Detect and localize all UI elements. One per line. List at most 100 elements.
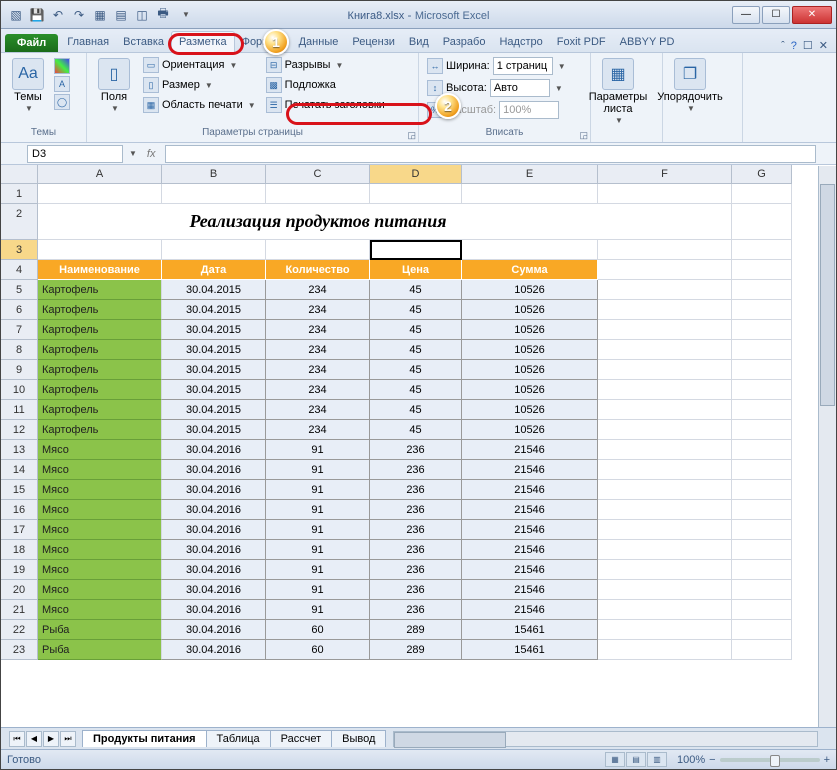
cell[interactable]: 10526: [462, 320, 598, 340]
cell[interactable]: [732, 280, 792, 300]
cell[interactable]: [598, 184, 732, 204]
cell[interactable]: Мясо: [38, 440, 162, 460]
row-header-12[interactable]: 12: [1, 420, 38, 440]
width-field[interactable]: ↔Ширина: 1 страниц▼: [424, 56, 585, 76]
row-header-7[interactable]: 7: [1, 320, 38, 340]
tab-nav-last-icon[interactable]: ⏭: [60, 731, 76, 747]
cell[interactable]: 30.04.2015: [162, 380, 266, 400]
cell[interactable]: 45: [370, 280, 462, 300]
cell[interactable]: Картофель: [38, 340, 162, 360]
col-header-F[interactable]: F: [598, 165, 732, 184]
row-header-3[interactable]: 3: [1, 240, 38, 260]
cell[interactable]: [732, 540, 792, 560]
cell[interactable]: Картофель: [38, 300, 162, 320]
cell[interactable]: [598, 400, 732, 420]
col-header-C[interactable]: C: [266, 165, 370, 184]
cell[interactable]: 30.04.2016: [162, 500, 266, 520]
cell[interactable]: 30.04.2016: [162, 520, 266, 540]
cell[interactable]: 10526: [462, 420, 598, 440]
cell[interactable]: 10526: [462, 380, 598, 400]
minimize-ribbon-icon[interactable]: ˆ: [781, 40, 785, 52]
cell[interactable]: [598, 500, 732, 520]
themes-button[interactable]: AaТемы▼: [6, 56, 50, 115]
cell[interactable]: [732, 560, 792, 580]
cell[interactable]: Мясо: [38, 520, 162, 540]
tab-Вид[interactable]: Вид: [402, 32, 436, 52]
cell[interactable]: [732, 480, 792, 500]
tab-Главная[interactable]: Главная: [60, 32, 116, 52]
orientation-button[interactable]: ▭Ориентация▼: [140, 56, 259, 74]
cell[interactable]: 21546: [462, 580, 598, 600]
cell[interactable]: 234: [266, 300, 370, 320]
cell[interactable]: 234: [266, 420, 370, 440]
zoom-in-icon[interactable]: +: [824, 754, 830, 766]
tab-Вставка[interactable]: Вставка: [116, 32, 171, 52]
cell[interactable]: Картофель: [38, 420, 162, 440]
cell[interactable]: [598, 260, 732, 280]
effects-icon[interactable]: ◯: [54, 94, 70, 110]
row-header-15[interactable]: 15: [1, 480, 38, 500]
cell[interactable]: [462, 184, 598, 204]
page-layout-view-icon[interactable]: ▤: [626, 752, 646, 767]
cell[interactable]: 21546: [462, 560, 598, 580]
cell[interactable]: Картофель: [38, 280, 162, 300]
fonts-icon[interactable]: A: [54, 76, 70, 92]
cell[interactable]: 236: [370, 520, 462, 540]
cell[interactable]: 91: [266, 500, 370, 520]
row-header-23[interactable]: 23: [1, 640, 38, 660]
worksheet-grid[interactable]: ABCDEFG 12345678910111213141516171819202…: [1, 165, 836, 723]
horizontal-scrollbar[interactable]: [393, 731, 818, 747]
cell[interactable]: 30.04.2016: [162, 560, 266, 580]
save-icon[interactable]: 💾: [28, 6, 46, 24]
cell[interactable]: [598, 204, 732, 240]
row-header-6[interactable]: 6: [1, 300, 38, 320]
cell[interactable]: 21546: [462, 500, 598, 520]
cell[interactable]: 30.04.2015: [162, 340, 266, 360]
undo-icon[interactable]: ↶: [49, 6, 67, 24]
cell[interactable]: 45: [370, 320, 462, 340]
qat-icon[interactable]: ◫: [133, 6, 151, 24]
cell[interactable]: [266, 184, 370, 204]
cell[interactable]: 15461: [462, 640, 598, 660]
vertical-scrollbar[interactable]: [818, 166, 836, 727]
col-header-G[interactable]: G: [732, 165, 792, 184]
cell[interactable]: Картофель: [38, 400, 162, 420]
cell[interactable]: [732, 620, 792, 640]
cell[interactable]: 234: [266, 320, 370, 340]
cell[interactable]: [732, 520, 792, 540]
cell[interactable]: 91: [266, 580, 370, 600]
print-area-button[interactable]: ▦Область печати▼: [140, 96, 259, 114]
cell[interactable]: 30.04.2016: [162, 480, 266, 500]
row-header-8[interactable]: 8: [1, 340, 38, 360]
fit-launcher-icon[interactable]: ◲: [579, 130, 588, 141]
background-button[interactable]: ▩Подложка: [263, 76, 388, 94]
sheet-options-button[interactable]: ▦Параметры листа▼: [596, 56, 640, 127]
cell[interactable]: 234: [266, 360, 370, 380]
cell[interactable]: Количество: [266, 260, 370, 280]
tab-Разметка[interactable]: Разметка: [171, 31, 235, 52]
cell[interactable]: [598, 540, 732, 560]
cell[interactable]: Сумма: [462, 260, 598, 280]
cell[interactable]: Мясо: [38, 480, 162, 500]
cell[interactable]: 10526: [462, 360, 598, 380]
cell[interactable]: 91: [266, 440, 370, 460]
cell[interactable]: 60: [266, 640, 370, 660]
cell[interactable]: 45: [370, 360, 462, 380]
tab-nav-prev-icon[interactable]: ◀: [26, 731, 42, 747]
row-header-22[interactable]: 22: [1, 620, 38, 640]
cell[interactable]: [732, 184, 792, 204]
tab-Надстро[interactable]: Надстро: [492, 32, 549, 52]
cell[interactable]: 30.04.2016: [162, 440, 266, 460]
breaks-button[interactable]: ⊟Разрывы▼: [263, 56, 388, 74]
cell[interactable]: [732, 460, 792, 480]
cell[interactable]: 236: [370, 560, 462, 580]
cell[interactable]: Дата: [162, 260, 266, 280]
cell[interactable]: 234: [266, 400, 370, 420]
sheet-title[interactable]: Реализация продуктов питания: [38, 204, 598, 240]
margins-button[interactable]: ▯Поля▼: [92, 56, 136, 115]
row-header-13[interactable]: 13: [1, 440, 38, 460]
sheet-tab[interactable]: Рассчет: [270, 730, 333, 747]
arrange-button[interactable]: ❐Упорядочить▼: [668, 56, 712, 115]
cell[interactable]: [732, 600, 792, 620]
cell[interactable]: 30.04.2015: [162, 300, 266, 320]
